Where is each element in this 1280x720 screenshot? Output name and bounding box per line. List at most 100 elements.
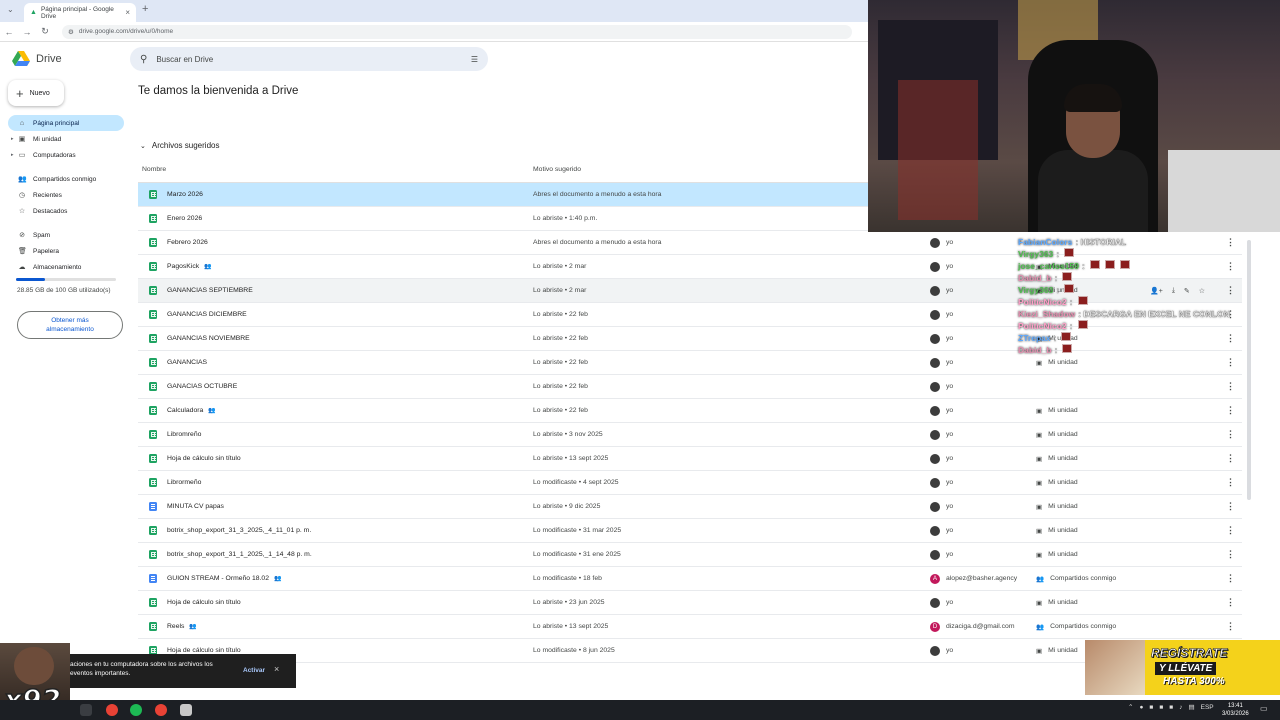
speaker-icon[interactable]: ♪	[1179, 704, 1182, 711]
language-indicator[interactable]: ESP	[1201, 704, 1214, 711]
spotify-icon[interactable]	[130, 704, 142, 716]
sidebar-item-computers[interactable]: ▸ ▭ Computadoras	[8, 147, 124, 163]
file-name: Librormeño	[167, 479, 202, 486]
more-options-icon[interactable]: ⋮	[1226, 453, 1235, 464]
location-cell[interactable]: ▣ Mi unidad	[1036, 599, 1078, 607]
file-row[interactable]: botrix_shop_export_31_1_2025,_1_14_48 p.…	[138, 543, 1242, 567]
sidebar-item-spam[interactable]: ⊘ Spam	[8, 227, 124, 243]
suggestion-reason: Lo abriste • 23 jun 2025	[533, 599, 605, 606]
sidebar-item-shared[interactable]: 👥 Compartidos conmigo	[8, 171, 124, 187]
sidebar-item-storage[interactable]: ☁ Almacenamiento	[8, 259, 124, 275]
sidebar-item-starred[interactable]: ☆ Destacados	[8, 203, 124, 219]
location-cell[interactable]: ▣ Mi unidad	[1036, 407, 1078, 415]
file-row[interactable]: GANACIAS OCTUBRE Lo abriste • 22 feb yo ⋮	[138, 375, 1242, 399]
column-header-name[interactable]: Nombre	[142, 166, 166, 173]
chat-text: : DESCARGA EN EXCEL NE CONLON	[1078, 309, 1230, 319]
taskbar-app-icon[interactable]	[80, 704, 92, 716]
more-options-icon[interactable]: ⋮	[1226, 525, 1235, 536]
close-icon[interactable]: ×	[274, 665, 279, 674]
file-row[interactable]: Librormeño Lo modificaste • 4 sept 2025 yo…	[138, 471, 1242, 495]
close-tab-icon[interactable]: ×	[125, 8, 130, 17]
search-icon[interactable]: ⚲	[140, 54, 147, 65]
browser-tab[interactable]: ▲ Página principal - Google Drive ×	[24, 3, 136, 22]
app-tray-icon[interactable]: ■	[1159, 704, 1163, 711]
location-cell[interactable]: ▣ Mi unidad	[1036, 431, 1078, 439]
search-input[interactable]: Buscar en Drive	[156, 55, 213, 64]
file-row[interactable]: MINUTA CV papas Lo abriste • 9 dic 2025 yo…	[138, 495, 1242, 519]
suggested-files-toggle[interactable]: ⌄ Archivos sugeridos	[140, 141, 219, 150]
more-options-icon[interactable]: ⋮	[1226, 549, 1235, 560]
activate-button[interactable]: Activar	[243, 666, 265, 675]
file-row[interactable]: botrix_shop_export_31_3_2025,_4_11_01 p.…	[138, 519, 1242, 543]
scrollbar[interactable]	[1247, 240, 1251, 500]
taskbar-app-icon[interactable]	[180, 704, 192, 716]
home-icon: ⌂	[19, 119, 25, 127]
reload-icon[interactable]: ↻	[36, 26, 54, 37]
file-row[interactable]: Calculadora 👥 Lo abriste • 22 feb yo ▣ Mi uni…	[138, 399, 1242, 423]
location-cell[interactable]: ▣ Mi unidad	[1036, 503, 1078, 511]
new-button[interactable]: + Nuevo	[8, 80, 64, 106]
browser-app-icon[interactable]	[155, 704, 167, 716]
more-options-icon[interactable]: ⋮	[1226, 477, 1235, 488]
new-tab-icon[interactable]: +	[142, 3, 148, 15]
file-row[interactable]: GUION STREAM - Ormeño 18.02 👥 Lo modificas…	[138, 567, 1242, 591]
file-row[interactable]: Libromreño Lo abriste • 3 nov 2025 yo ▣ Mi u…	[138, 423, 1242, 447]
search-options-icon[interactable]: ☰	[471, 55, 478, 64]
location-cell[interactable]: ▣ Mi unidad	[1036, 527, 1078, 535]
more-options-icon[interactable]: ⋮	[1226, 381, 1235, 392]
drive-favicon-icon: ▲	[30, 9, 37, 16]
search-bar[interactable]: ⚲ Buscar en Drive ☰	[130, 47, 488, 71]
address-bar[interactable]: ⚙ drive.google.com/drive/u/0/home	[62, 24, 852, 39]
more-options-icon[interactable]: ⋮	[1226, 357, 1235, 368]
network-icon[interactable]: ▤	[1188, 703, 1194, 711]
location-cell[interactable]: ▣ Mi unidad	[1036, 551, 1078, 559]
forward-icon[interactable]: →	[18, 27, 36, 37]
more-options-icon[interactable]: ⋮	[1226, 429, 1235, 440]
site-info-icon[interactable]: ⚙	[68, 28, 74, 36]
more-options-icon[interactable]: ⋮	[1226, 501, 1235, 512]
app-tray-icon[interactable]: ■	[1169, 704, 1173, 711]
location-cell[interactable]: ▣ Mi unidad	[1036, 455, 1078, 463]
expand-icon[interactable]: ▸	[11, 136, 14, 142]
file-row[interactable]: Hoja de cálculo sin título Lo modificaste…	[138, 639, 1242, 663]
file-name-cell: Febrero 2026	[167, 239, 208, 246]
chevron-up-icon[interactable]: ⌃	[1128, 703, 1133, 711]
more-options-icon[interactable]: ⋮	[1226, 621, 1235, 632]
my-drive-icon: ▣	[1036, 359, 1043, 367]
location-cell[interactable]: ▣ Mi unidad	[1036, 479, 1078, 487]
expand-icon[interactable]: ▸	[11, 152, 14, 158]
sidebar-item-my-drive[interactable]: ▸ ▣ Mi unidad	[8, 131, 124, 147]
owner-cell: yo	[930, 597, 953, 608]
more-options-icon[interactable]: ⋮	[1226, 597, 1235, 608]
more-options-icon[interactable]: ⋮	[1226, 405, 1235, 416]
get-more-storage-button[interactable]: Obtener más almacenamiento	[17, 311, 123, 339]
chrome-icon[interactable]	[106, 704, 118, 716]
location-cell[interactable]: 👥 Compartidos conmigo	[1036, 623, 1116, 631]
owner-cell: Aalopez@basher.agency	[930, 573, 1017, 584]
sidebar-item-home[interactable]: ⌂ Página principal	[8, 115, 124, 131]
sidebar-item-label: Destacados	[33, 207, 68, 215]
more-options-icon[interactable]: ⋮	[1226, 573, 1235, 584]
sidebar-item-trash[interactable]: 🗑 Papelera	[8, 243, 124, 259]
notifications-icon[interactable]: ▭	[1260, 704, 1268, 713]
cloud-icon: ☁	[18, 264, 26, 271]
location-cell[interactable]: ▣ Mi unidad	[1036, 647, 1078, 655]
avatar	[930, 237, 940, 248]
clock[interactable]: 13:41 3/03/2026	[1222, 702, 1249, 718]
location-cell[interactable]: 👥 Compartidos conmigo	[1036, 575, 1116, 583]
mic-icon[interactable]: ●	[1139, 704, 1143, 711]
file-row[interactable]: Reels 👥 Lo abriste • 13 sept 2025 Ddizaciga…	[138, 615, 1242, 639]
file-name-cell: PagosKick 👥	[167, 263, 212, 270]
my-drive-icon: ▣	[1036, 503, 1043, 511]
location-cell[interactable]: ▣ Mi unidad	[1036, 359, 1078, 367]
owner-cell: yo	[930, 453, 953, 464]
drive-logo[interactable]: Drive	[12, 51, 62, 67]
back-icon[interactable]: ←	[0, 27, 18, 37]
file-row[interactable]: Hoja de cálculo sin título Lo abriste • 1…	[138, 447, 1242, 471]
file-row[interactable]: Hoja de cálculo sin título Lo abriste • 2…	[138, 591, 1242, 615]
chat-message: jose_carlos159:	[1018, 260, 1230, 272]
sidebar-item-recent[interactable]: ◷ Recientes	[8, 187, 124, 203]
owner-name: yo	[946, 647, 954, 654]
app-tray-icon[interactable]: ■	[1149, 704, 1153, 711]
tab-list-icon[interactable]: ⌄	[7, 5, 14, 14]
